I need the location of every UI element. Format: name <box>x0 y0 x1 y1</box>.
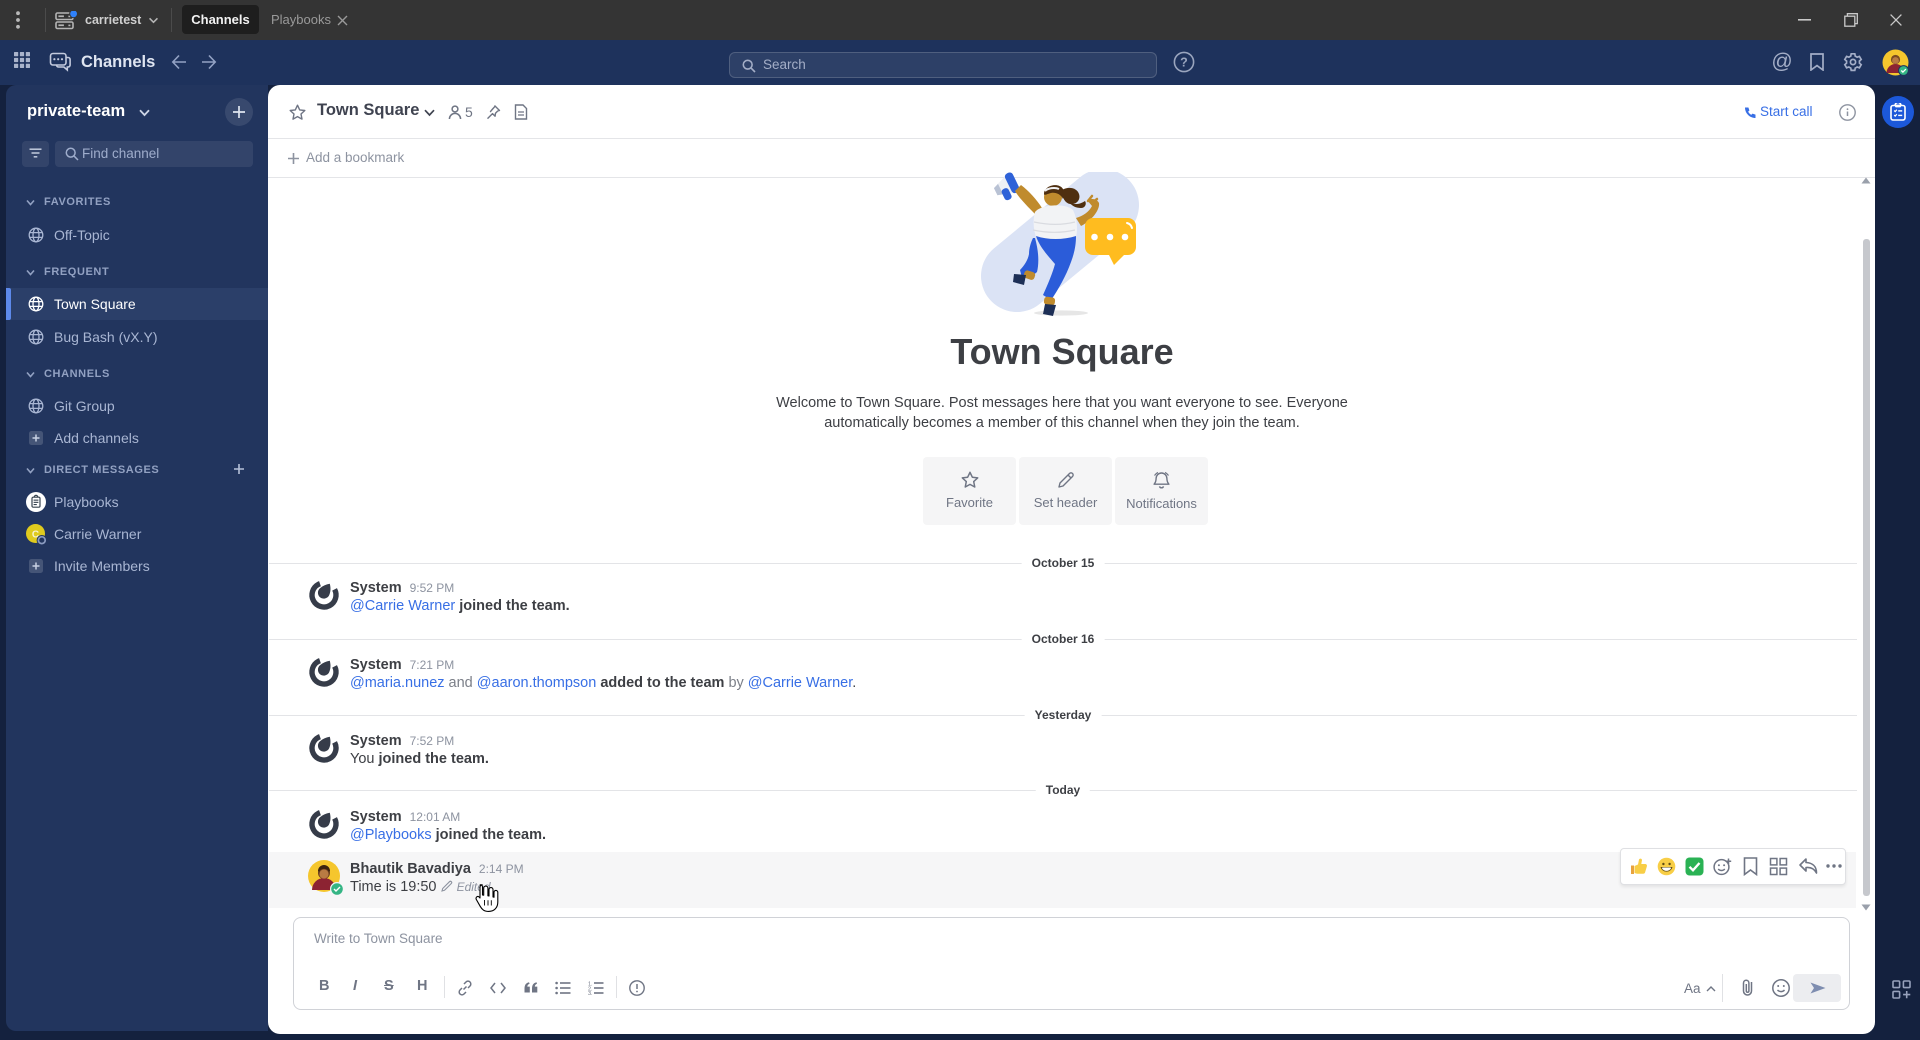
svg-text:?: ? <box>1180 55 1188 69</box>
svg-text:3.: 3. <box>588 991 593 995</box>
